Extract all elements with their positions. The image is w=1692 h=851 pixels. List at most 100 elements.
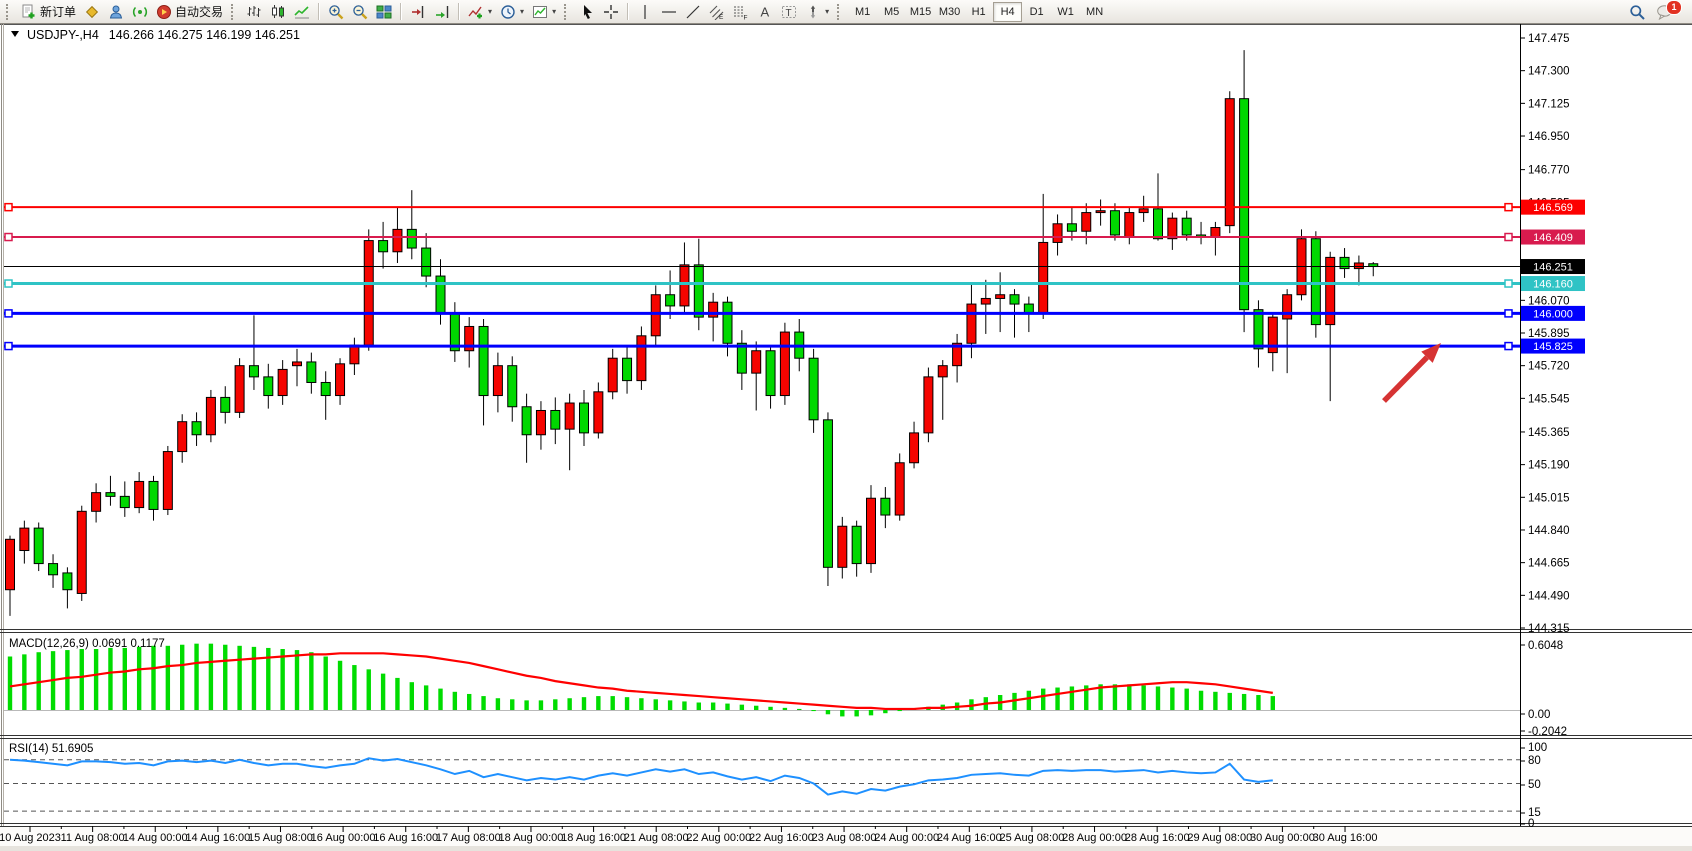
timeframe-h4-button[interactable]: H4: [993, 2, 1022, 22]
macd-histogram-bar: [1213, 692, 1217, 710]
timeframe-mn-button[interactable]: MN: [1080, 2, 1109, 22]
macd-histogram-bar: [725, 704, 729, 710]
time-label: 30 Aug 16:00: [1313, 832, 1378, 844]
horizontal-line-button[interactable]: [657, 1, 681, 23]
toolbar-separator: [627, 3, 629, 20]
clock-icon: [500, 4, 516, 20]
equidistant-channel-button[interactable]: E: [705, 1, 729, 23]
svg-text:144.840: 144.840: [1528, 525, 1570, 537]
search-button[interactable]: [1628, 4, 1646, 20]
time-label: 28 Aug 00:00: [1062, 832, 1127, 844]
hline-handle[interactable]: [1505, 204, 1512, 211]
svg-text:144.665: 144.665: [1528, 558, 1570, 570]
new-order-button[interactable]: 新订单: [17, 1, 80, 23]
macd-histogram-bar: [1256, 695, 1260, 710]
channel-icon: E: [709, 4, 725, 20]
candlestick-chart-button[interactable]: [266, 1, 290, 23]
arrows-button[interactable]: ▾: [801, 1, 833, 23]
macd-histogram-bar: [410, 682, 414, 710]
crosshair-button[interactable]: [599, 1, 623, 23]
hline-handle[interactable]: [1505, 310, 1512, 317]
hline-handle[interactable]: [5, 310, 12, 317]
macd-histogram-bar: [611, 696, 615, 710]
hline-handle[interactable]: [5, 280, 12, 287]
market-watch-button[interactable]: [80, 1, 104, 23]
cursor-button[interactable]: [575, 1, 599, 23]
hline-handle[interactable]: [1505, 280, 1512, 287]
timeframe-m5-button[interactable]: M5: [877, 2, 906, 22]
macd-histogram-bar: [280, 649, 284, 710]
time-label: 24 Aug 00:00: [874, 832, 939, 844]
timeframe-w1-button[interactable]: W1: [1051, 2, 1080, 22]
macd-histogram-bar: [840, 710, 844, 716]
time-label: 17 Aug 08:00: [436, 832, 501, 844]
fibonacci-button[interactable]: F: [729, 1, 753, 23]
text-button[interactable]: A: [753, 1, 777, 23]
time-label: 18 Aug 00:00: [499, 832, 564, 844]
timeframe-d1-button[interactable]: D1: [1022, 2, 1051, 22]
hline-handle[interactable]: [1505, 234, 1512, 241]
toolbar-grip: [6, 4, 13, 20]
text-label-button[interactable]: T: [777, 1, 801, 23]
symbol-title: USDJPY-,H4: [27, 28, 99, 42]
macd-histogram-bar: [481, 696, 485, 710]
macd-histogram-bar: [826, 710, 830, 714]
auto-scroll-button[interactable]: [430, 1, 454, 23]
templates-button[interactable]: ▾: [528, 1, 560, 23]
macd-histogram-bar: [639, 698, 643, 710]
chevron-down-icon[interactable]: ▾: [552, 7, 556, 16]
hline-handle[interactable]: [5, 204, 12, 211]
hline-handle[interactable]: [5, 234, 12, 241]
price-tag-146.569: 146.569: [1521, 200, 1585, 215]
bar-chart-button[interactable]: [242, 1, 266, 23]
svg-text:A: A: [761, 4, 770, 19]
toolbar-separator: [458, 3, 460, 20]
tile-windows-button[interactable]: [372, 1, 396, 23]
vline-icon: [637, 4, 653, 20]
macd-histogram-bar: [754, 706, 758, 710]
macd-histogram-bar: [381, 674, 385, 710]
price-tag-146.251: 146.251: [1521, 259, 1585, 274]
chart-shift-button[interactable]: [406, 1, 430, 23]
macd-histogram-bar: [94, 649, 98, 710]
macd-histogram-bar: [295, 650, 299, 710]
macd-histogram-bar: [309, 652, 313, 710]
macd-histogram-bar: [194, 644, 198, 710]
timeframe-m30-button[interactable]: M30: [935, 2, 964, 22]
chevron-down-icon[interactable]: ▾: [825, 7, 829, 16]
timeframe-m15-button[interactable]: M15: [906, 2, 935, 22]
svg-text:146.770: 146.770: [1528, 165, 1570, 177]
indicators-button[interactable]: ▾: [464, 1, 496, 23]
label-icon: T: [781, 4, 797, 20]
arrows-icon: [805, 4, 821, 20]
auto-trading-button[interactable]: 自动交易: [152, 1, 227, 23]
macd-histogram-bar: [395, 678, 399, 710]
chat-button[interactable]: 1: [1656, 4, 1674, 20]
data-window-button[interactable]: [104, 1, 128, 23]
chevron-down-icon[interactable]: ▾: [520, 7, 524, 16]
chevron-down-icon[interactable]: ▾: [488, 7, 492, 16]
notification-badge: 1: [1666, 0, 1682, 15]
periods-button[interactable]: ▾: [496, 1, 528, 23]
hline-handle[interactable]: [1505, 343, 1512, 350]
macd-histogram-bar: [1271, 696, 1275, 710]
vertical-line-button[interactable]: [633, 1, 657, 23]
macd-histogram-bar: [668, 700, 672, 710]
time-label: 22 Aug 00:00: [686, 832, 751, 844]
cursor-icon: [579, 4, 595, 20]
zoom-out-button[interactable]: [348, 1, 372, 23]
trendline-button[interactable]: [681, 1, 705, 23]
timeframe-h1-button[interactable]: H1: [964, 2, 993, 22]
signals-button[interactable]: [128, 1, 152, 23]
toolbar-separator: [318, 3, 320, 20]
line-chart-button[interactable]: [290, 1, 314, 23]
macd-histogram-bar: [1156, 686, 1160, 710]
macd-histogram-bar: [1228, 693, 1232, 710]
svg-text:144.490: 144.490: [1528, 590, 1570, 602]
macd-histogram-bar: [1113, 684, 1117, 710]
hline-handle[interactable]: [5, 343, 12, 350]
svg-text:100: 100: [1528, 742, 1547, 754]
svg-text:0.6048: 0.6048: [1528, 640, 1563, 652]
timeframe-m1-button[interactable]: M1: [848, 2, 877, 22]
zoom-in-button[interactable]: [324, 1, 348, 23]
